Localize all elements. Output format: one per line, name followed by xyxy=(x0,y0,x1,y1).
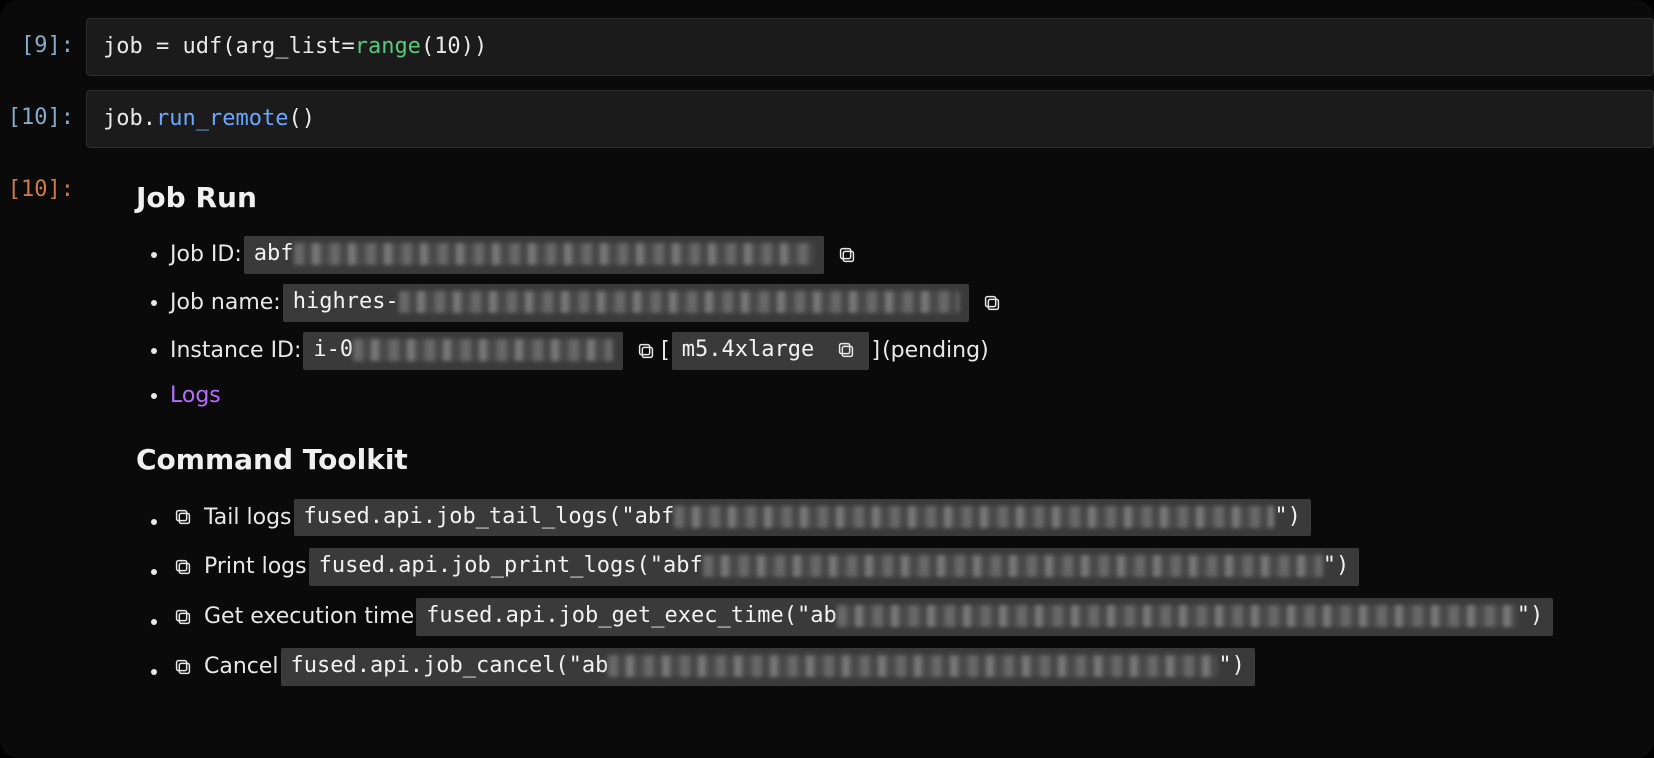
jobrun-instance-row: Instance ID: i-0 [ m5.4xlarge xyxy=(170,332,1646,370)
code-token: arg_list xyxy=(235,34,341,59)
toolkit-tail-label: Tail logs xyxy=(204,502,292,534)
redacted-segment xyxy=(837,605,1517,627)
instance-id-prefix: i-0 xyxy=(313,337,353,362)
output-body: Job Run Job ID: abf Job nam xyxy=(86,162,1654,716)
toolkit-exec-label: Get execution time xyxy=(204,601,414,633)
cell-9-prompt: [9]: xyxy=(0,18,86,62)
copy-icon[interactable] xyxy=(979,290,1005,316)
jobid-prefix: abf xyxy=(254,241,294,266)
cell-10: [10]: job.run_remote() xyxy=(0,90,1654,148)
redacted-segment xyxy=(399,291,959,313)
code-token: ) xyxy=(461,34,474,59)
cell-10-output: [10]: Job Run Job ID: abf xyxy=(0,162,1654,716)
jobid-label: Job ID: xyxy=(170,239,242,271)
jobname-prefix: highres- xyxy=(293,289,399,314)
toolkit-exec-code: fused.api.job_get_exec_time("ab ") xyxy=(416,598,1553,636)
code-token: ) xyxy=(302,106,315,131)
copy-icon[interactable] xyxy=(834,242,860,268)
code-token: . xyxy=(143,106,156,131)
cell-10-output-prompt: [10]: xyxy=(0,162,86,206)
cell-9: [9]: job = udf(arg_list=range(10)) xyxy=(0,18,1654,76)
jobrun-jobid-row: Job ID: abf xyxy=(170,236,1646,274)
toolkit-tail-code-prefix: fused.api.job_tail_logs("abf xyxy=(304,504,675,529)
toolkit-cancel-code-suffix: ") xyxy=(1218,653,1245,678)
toolkit-tail-code-suffix: ") xyxy=(1274,504,1301,529)
toolkit-tail-code: fused.api.job_tail_logs("abf ") xyxy=(294,499,1311,537)
copy-icon[interactable] xyxy=(833,337,859,363)
cell-10-prompt: [10]: xyxy=(0,90,86,134)
code-token: = xyxy=(341,34,354,59)
redacted-segment xyxy=(353,339,613,361)
instance-label: Instance ID: xyxy=(170,335,301,367)
toolkit-tail-row: Tail logs fused.api.job_tail_logs("abf ") xyxy=(170,499,1646,539)
instance-id-value: i-0 xyxy=(303,332,623,370)
cell-9-code[interactable]: job = udf(arg_list=range(10)) xyxy=(86,18,1654,76)
redacted-segment xyxy=(608,655,1218,677)
toolkit-print-code: fused.api.job_print_logs("abf ") xyxy=(309,548,1360,586)
copy-icon[interactable] xyxy=(633,338,659,364)
toolkit-print-row: Print logs fused.api.job_print_logs("abf… xyxy=(170,548,1646,588)
jobid-value: abf xyxy=(244,236,824,274)
copy-icon[interactable] xyxy=(170,504,196,530)
instance-type-text: m5.4xlarge xyxy=(682,337,814,362)
toolkit-exec-code-suffix: ") xyxy=(1517,603,1544,628)
jobrun-list: Job ID: abf Job name: highres- xyxy=(136,236,1646,412)
code-token: ) xyxy=(474,34,487,59)
bracket-close: ] xyxy=(871,335,880,367)
redacted-segment xyxy=(674,506,1274,528)
copy-icon[interactable] xyxy=(170,654,196,680)
code-token: run_remote xyxy=(156,106,288,131)
toolkit-print-label: Print logs xyxy=(204,551,307,583)
toolkit-heading: Command Toolkit xyxy=(136,440,1646,481)
code-token: ( xyxy=(222,34,235,59)
bracket-open: [ xyxy=(661,335,670,367)
instance-type-value: m5.4xlarge xyxy=(672,332,870,370)
notebook-root: [9]: job = udf(arg_list=range(10)) [10]:… xyxy=(0,0,1654,758)
code-token: range xyxy=(355,34,421,59)
jobrun-jobname-row: Job name: highres- xyxy=(170,284,1646,322)
jobname-label: Job name: xyxy=(170,287,281,319)
toolkit-cancel-code: fused.api.job_cancel("ab ") xyxy=(281,648,1255,686)
copy-icon[interactable] xyxy=(170,604,196,630)
jobrun-logs-row: Logs xyxy=(170,380,1646,412)
copy-icon[interactable] xyxy=(170,554,196,580)
code-token: ( xyxy=(421,34,434,59)
redacted-segment xyxy=(294,243,814,265)
instance-status: (pending) xyxy=(882,335,989,367)
cell-10-code[interactable]: job.run_remote() xyxy=(86,90,1654,148)
toolkit-print-code-prefix: fused.api.job_print_logs("abf xyxy=(319,553,703,578)
toolkit-cancel-code-prefix: fused.api.job_cancel("ab xyxy=(291,653,609,678)
logs-link[interactable]: Logs xyxy=(170,383,221,408)
code-token: = xyxy=(156,34,183,59)
code-token: job xyxy=(103,106,143,131)
redacted-segment xyxy=(703,555,1323,577)
code-token: udf xyxy=(182,34,222,59)
toolkit-cancel-label: Cancel xyxy=(204,651,279,683)
jobrun-heading: Job Run xyxy=(136,178,1646,219)
code-token: ( xyxy=(288,106,301,131)
toolkit-list: Tail logs fused.api.job_tail_logs("abf ")… xyxy=(136,499,1646,688)
toolkit-exec-code-prefix: fused.api.job_get_exec_time("ab xyxy=(426,603,837,628)
jobname-value: highres- xyxy=(283,284,969,322)
code-token: 10 xyxy=(434,34,461,59)
toolkit-exec-row: Get execution time fused.api.job_get_exe… xyxy=(170,598,1646,638)
toolkit-cancel-row: Cancel fused.api.job_cancel("ab ") xyxy=(170,648,1646,688)
code-token: job xyxy=(103,34,156,59)
toolkit-print-code-suffix: ") xyxy=(1323,553,1350,578)
